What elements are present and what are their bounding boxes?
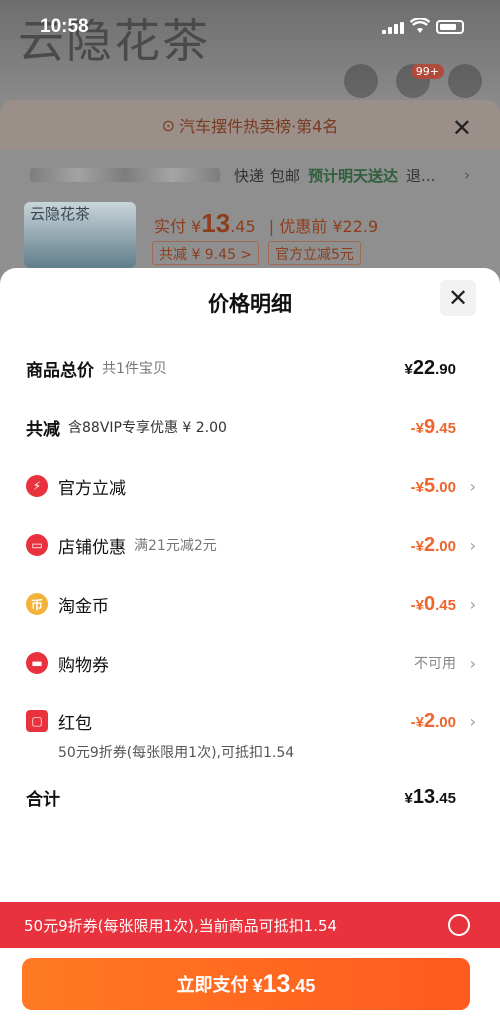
wifi-icon [410,18,430,33]
before-price-label: 优惠前 [279,217,328,236]
more-icon[interactable] [448,64,482,98]
sheet-title: 价格明细 [208,292,292,316]
coupon-radio[interactable] [448,914,470,936]
row-label: 店铺优惠 [58,537,126,558]
row-sub: 满21元减2元 [134,538,217,554]
chevron-right-icon: › [469,653,476,673]
shipping-row[interactable]: 快递 包邮 预计明天送达 退... › [30,162,470,188]
return-text: 退... [406,166,436,185]
coupon-bar[interactable]: 50元9折券(每张限用1次),当前商品可抵扣1.54 [0,902,500,948]
rank-icon: ⊙ [161,115,176,135]
chevron-right-icon: › [469,594,476,614]
chevron-right-icon: › [464,166,470,184]
official-discount-chip[interactable]: 官方立减5元 [268,241,361,265]
pay-now-button[interactable]: 立即支付 ¥13.45 [22,958,470,1010]
row-sub: 含88VIP专享优惠 ¥ 2.00 [68,420,227,436]
row-shop-discount[interactable]: ▭ 店铺优惠 满21元减2元 -¥ 2.00 › [26,530,476,560]
row-label: 购物券 [58,655,109,676]
row-value: ¥13.45 [404,785,456,808]
row-grand-total: 合计 ¥13.45 [26,782,476,812]
row-value: -¥ 2.00 [410,533,456,556]
row-label: 官方立减 [58,478,126,499]
signal-icon [382,22,404,34]
row-total-discount: 共减 含88VIP专享优惠 ¥ 2.00 -¥ 9.45 [26,412,476,442]
status-bar: 10:58 [0,0,500,56]
row-status: 不可用 [414,655,456,671]
chevron-right-icon: › [469,711,476,731]
row-item-total: 商品总价 共1件宝贝 ¥22.90 [26,353,476,383]
rank-close-icon[interactable]: ✕ [452,114,472,142]
close-icon: ✕ [447,284,469,312]
product-thumbnail[interactable]: 云隐花茶 [24,202,136,268]
express-text: 快递 [234,166,265,185]
row-label: 共减 [26,419,60,440]
pay-amount: ¥13.45 [252,969,316,998]
row-label: 商品总价 [26,360,94,381]
chevron-right-icon: › [469,476,476,496]
row-value: -¥ 2.00 [410,709,456,732]
row-sub: 共1件宝贝 [102,361,167,377]
chevron-right-icon: › [469,535,476,555]
rank-bar[interactable]: ⊙ 汽车摆件热卖榜·第4名 [0,100,500,150]
lightning-icon: ⚡ [26,475,48,497]
close-button[interactable]: ✕ [440,280,476,316]
row-official-discount[interactable]: ⚡ 官方立减 -¥ 5.00 › [26,471,476,501]
ticket-icon: ▬ [26,652,48,674]
eta-text: 预计明天送达 [308,166,399,185]
coupon-text: 50元9折券(每张限用1次),当前商品可抵扣1.54 [24,916,338,935]
red-envelope-note: 50元9折券(每张限用1次),可抵扣1.54 [58,745,295,761]
row-label: 淘金币 [58,596,109,617]
row-value: -¥ 9.45 [410,415,456,438]
shop-icon: ▭ [26,534,48,556]
real-price-currency: ¥ [191,217,202,236]
real-price-int: 13 [201,208,231,238]
rank-text: 汽车摆件热卖榜·第4名 [179,117,339,136]
free-shipping-text: 包邮 [270,166,301,185]
real-price-dec: .45 [230,217,256,236]
row-label: 红包 [58,713,92,734]
row-shopping-voucher[interactable]: ▬ 购物券 不可用 › [26,648,476,678]
real-price-label: 实付 [154,217,187,236]
coin-icon: 币 [26,593,48,615]
red-envelope-icon: ▢ [26,710,48,732]
thumbnail-brand: 云隐花茶 [30,205,91,223]
before-price: ¥22.9 [332,217,379,236]
status-time: 10:58 [40,16,89,37]
row-value: -¥ 5.00 [410,474,456,497]
row-red-envelope[interactable]: ▢ 红包 -¥ 2.00 › [26,706,476,736]
real-price: 实付 ¥13.45 | 优惠前 ¥22.9 [154,208,379,238]
row-taojinbi[interactable]: 币 淘金币 -¥ 0.45 › [26,589,476,619]
row-label: 合计 [26,789,60,810]
row-value: -¥ 0.45 [410,592,456,615]
row-value: ¥22.90 [404,356,456,379]
pay-label: 立即支付 [176,975,249,996]
total-discount-chip[interactable]: 共减 ¥ 9.45 > [152,241,260,265]
blurred-address [30,168,220,182]
cart-badge: 99+ [410,64,444,79]
battery-icon [436,20,464,34]
share-icon[interactable] [344,64,378,98]
